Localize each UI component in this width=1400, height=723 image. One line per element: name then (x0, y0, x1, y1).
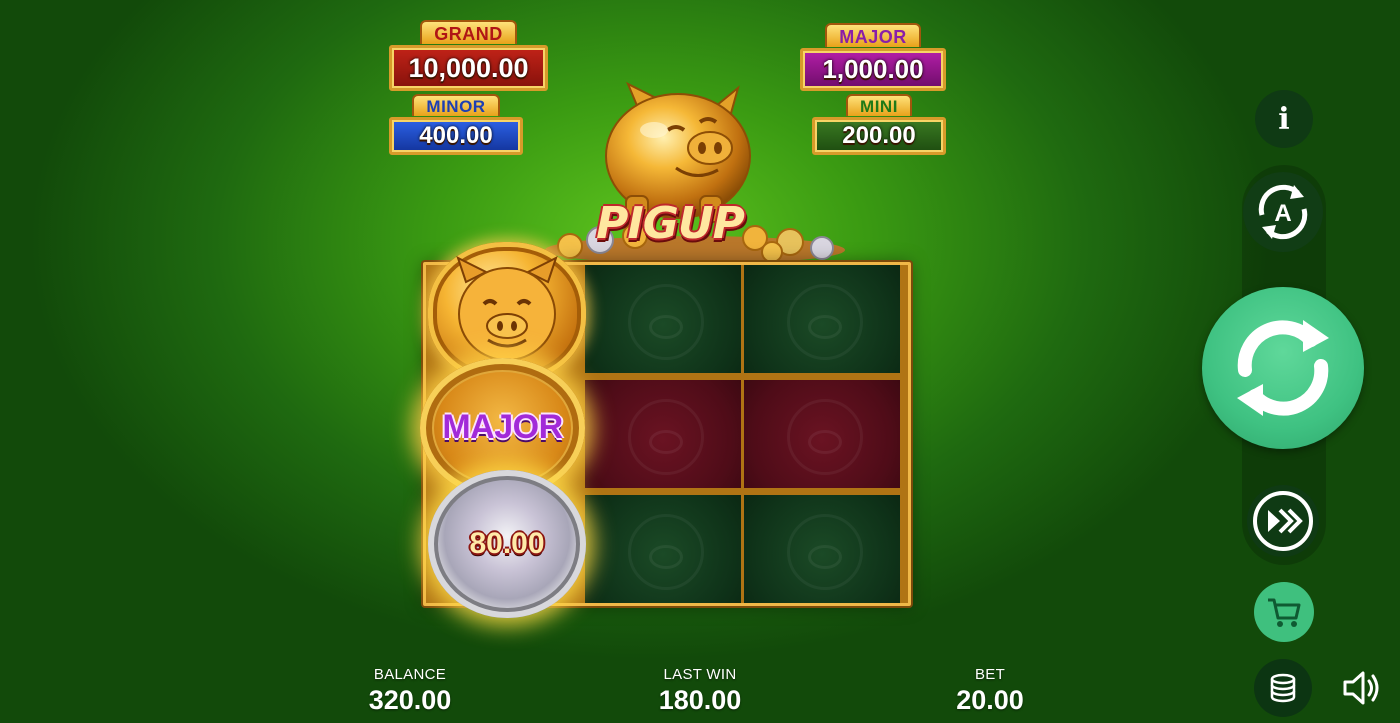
autoplay-icon: A (1258, 184, 1308, 240)
info-button[interactable]: i (1255, 90, 1313, 148)
major-coin-label: MAJOR (442, 408, 563, 446)
pig-watermark-icon (628, 514, 704, 590)
pig-watermark-icon (787, 284, 863, 360)
bet-label: BET (974, 666, 1006, 683)
jackpot-minor-value: 400.00 (389, 117, 523, 155)
reel-cell-empty (744, 380, 900, 488)
reel-cell-empty (744, 265, 900, 373)
bet-display: BET 20.00 (910, 666, 1070, 716)
last-win-label: LAST WIN (663, 666, 737, 683)
jackpot-mini: MINI 200.00 (812, 94, 946, 155)
last-win-display: LAST WIN 180.00 (620, 666, 780, 716)
silver-coin-value: 80.00 (469, 527, 545, 560)
jackpot-minor: MINOR 400.00 (389, 94, 523, 155)
last-win-value: 180.00 (658, 685, 742, 715)
game-logo: PIGUP (585, 198, 755, 258)
pig-watermark-icon (787, 514, 863, 590)
jackpot-grand-label: GRAND (420, 20, 517, 44)
sound-button[interactable] (1332, 659, 1390, 717)
reel-cell-empty (585, 265, 741, 373)
cart-icon (1268, 598, 1301, 627)
autoplay-button[interactable]: A (1243, 172, 1323, 252)
logo-text: PIGUP (596, 198, 745, 249)
reel-cell-empty (744, 495, 900, 603)
jackpot-mini-label: MINI (846, 94, 912, 116)
spin-button[interactable] (1202, 287, 1364, 449)
jackpot-major-label: MAJOR (825, 23, 921, 47)
speaker-icon (1343, 671, 1379, 705)
pig-watermark-icon (628, 284, 704, 360)
balance-label: BALANCE (373, 666, 447, 683)
jackpot-grand-value: 10,000.00 (389, 45, 548, 91)
info-icon: i (1278, 101, 1290, 137)
bet-value: 20.00 (956, 685, 1024, 715)
svg-text:A: A (1274, 200, 1291, 227)
spin-arrows-icon (1237, 320, 1329, 416)
balance-value: 320.00 (368, 685, 452, 715)
pig-watermark-icon (787, 399, 863, 475)
shop-button[interactable] (1254, 582, 1314, 642)
jackpot-grand: GRAND 10,000.00 (389, 20, 548, 91)
jackpot-major-value: 1,000.00 (800, 48, 946, 91)
bet-settings-button[interactable] (1254, 659, 1312, 717)
turbo-button[interactable] (1247, 485, 1319, 557)
balance-display: BALANCE 320.00 (330, 666, 490, 716)
pig-watermark-icon (628, 399, 704, 475)
reel-cell-empty (585, 495, 741, 603)
jackpot-mini-value: 200.00 (812, 117, 946, 155)
fast-forward-icon (1253, 491, 1313, 551)
jackpot-major: MAJOR 1,000.00 (800, 23, 946, 91)
reel-cell-empty (585, 380, 741, 488)
jackpot-minor-label: MINOR (412, 94, 500, 116)
coin-stack-icon (1270, 673, 1296, 703)
